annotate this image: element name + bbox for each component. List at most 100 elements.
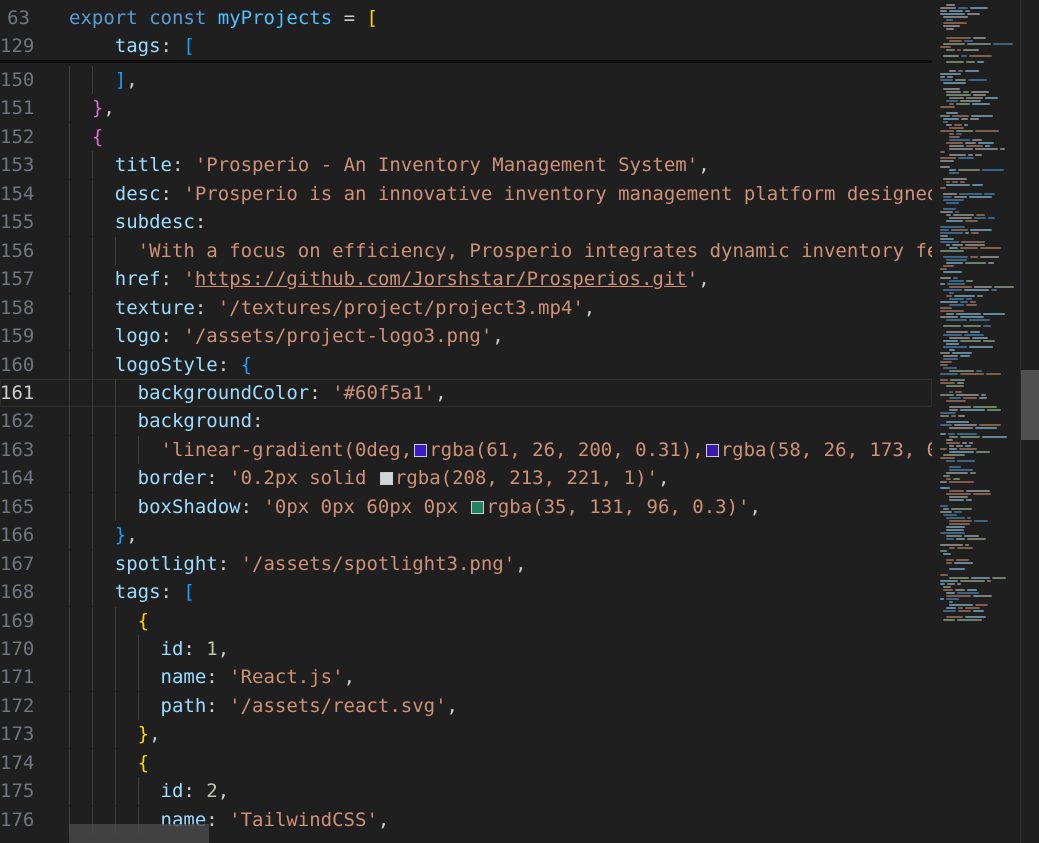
code-line[interactable]: 129 tags: [ [0,32,932,60]
minimap-line [963,325,981,327]
code-line[interactable]: 159 logo: '/assets/project-logo3.png', [0,322,932,351]
code-text[interactable]: tags: [ [69,32,195,60]
code-text[interactable]: subdesc: [69,208,207,236]
code-line[interactable]: 161 backgroundColor: '#60f5a1', [0,378,932,407]
code-text[interactable]: 'linear-gradient(0deg, rgba(61, 26, 200, … [69,436,932,464]
code-line[interactable]: 164 border: '0.2px solid rgba(208, 213, … [0,464,932,493]
code-line[interactable]: 158 texture: '/textures/project/project3… [0,293,932,322]
code-line[interactable]: 171 name: 'React.js', [0,663,932,692]
minimap-line [940,226,965,228]
minimap-line [940,232,963,234]
vertical-scrollbar-thumb[interactable] [1021,370,1039,440]
sticky-scroll-header[interactable]: 63 export const myProjects = [129 tags: [ [0,0,932,60]
code-line[interactable]: 163 'linear-gradient(0deg, rgba(61, 26, 2… [0,435,932,464]
code-text[interactable]: href: 'https://github.com/Jorshstar/Pros… [69,265,710,293]
code-text[interactable]: logoStyle: { [69,351,252,379]
minimap-line [946,331,968,333]
minimap-line [949,445,954,447]
code-line[interactable]: 166 }, [0,521,932,550]
minimap-line [940,583,945,585]
color-swatch[interactable] [471,500,485,514]
code-line[interactable]: 169 { [0,606,932,635]
code-line[interactable]: 170 id: 1, [0,635,932,663]
code-text[interactable]: id: 1, [69,635,230,663]
minimap-line [965,262,986,264]
minimap-line [955,391,962,393]
code-line[interactable]: 175 id: 2, [0,777,932,806]
minimap-line [943,178,967,180]
code-line[interactable]: 152 { [0,122,932,151]
code-line[interactable]: 154 desc: 'Prosperio is an innovative in… [0,179,932,208]
property-token: id [160,638,184,660]
code-text[interactable]: 'With a focus on efficiency, Prosperio i… [69,237,932,265]
line-number: 173 [0,723,35,746]
code-text[interactable]: id: 2, [69,777,230,805]
code-line[interactable]: 156 'With a focus on efficiency, Prosper… [0,236,932,265]
code-token: : [160,182,184,205]
minimap-line [975,154,982,156]
code-line[interactable]: 165 boxShadow: '0px 0px 60px 0px rgba(35… [0,492,932,521]
code-line[interactable]: 157 href: 'https://github.com/Jorshstar/… [0,265,932,294]
code-line[interactable]: 162 background: [0,407,932,436]
minimap-line [940,382,955,384]
code-line[interactable]: 150 ], [0,66,932,94]
code-text[interactable]: texture: '/textures/project/project3.mp4… [69,294,595,322]
color-swatch[interactable] [379,472,393,486]
code-line[interactable]: 63 export const myProjects = [ [0,4,932,32]
minimap-line [958,157,974,159]
code-editor[interactable]: 150 ], 151 }, 152 {153 title: 'Prosperio -… [0,0,932,843]
code-text[interactable]: background: [69,407,264,435]
minimap-line [973,595,992,597]
code-line[interactable]: 172 path: '/assets/react.svg', [0,691,932,720]
minimap-line [953,214,974,216]
code-text[interactable]: ], [69,66,138,94]
minimap-line [943,25,960,27]
horizontal-scrollbar[interactable] [69,824,209,843]
code-text[interactable]: }, [69,94,115,122]
code-line[interactable]: 153 title: 'Prosperio - An Inventory Man… [0,151,932,180]
code-text[interactable]: boxShadow: '0px 0px 60px 0px rgba(35, 13… [69,493,761,521]
code-text[interactable]: logo: '/assets/project-logo3.png', [69,322,504,350]
code-text[interactable]: border: '0.2px solid rgba(208, 213, 221,… [69,464,670,492]
minimap-line [943,610,956,612]
minimap-line [940,580,958,582]
code-text[interactable]: { [69,123,103,151]
code-line[interactable]: 173 }, [0,720,932,749]
minimap-line [954,295,975,297]
code-text[interactable]: { [69,607,149,635]
color-swatch[interactable] [414,443,428,457]
url-link[interactable]: https://github.com/Jorshstar/Prosperios.… [195,268,687,290]
code-line[interactable]: 168 tags: [ [0,578,932,607]
minimap-line [954,124,962,126]
minimap[interactable] [932,0,1021,843]
code-text[interactable]: { [69,749,149,777]
code-text[interactable]: backgroundColor: '#60f5a1', [69,379,447,407]
color-swatch[interactable] [705,443,719,457]
code-line[interactable]: 167 spotlight: '/assets/spotlight3.png', [0,549,932,578]
minimap-line [966,499,972,501]
minimap-line [949,349,955,351]
code-text[interactable]: title: 'Prosperio - An Inventory Managem… [69,151,710,179]
code-text[interactable]: tags: [ [69,578,195,606]
code-text[interactable]: desc: 'Prosperio is an innovative invent… [69,180,932,208]
code-text[interactable]: export const myProjects = [ [69,4,378,32]
code-line[interactable]: 151 }, [0,94,932,123]
minimap-line [940,157,956,159]
property-token: background [137,410,253,433]
minimap-line [970,256,978,258]
minimap-line [940,511,952,513]
code-text[interactable]: }, [69,720,161,748]
code-text[interactable]: name: 'React.js', [69,663,356,691]
property-token: path [160,694,207,717]
code-line[interactable]: 160 logoStyle: { [0,350,932,379]
code-text[interactable]: spotlight: '/assets/spotlight3.png', [69,550,527,578]
minimap-line [940,598,944,600]
code-text[interactable]: }, [69,521,138,549]
code-line[interactable]: 174 { [0,748,932,777]
code-text[interactable]: path: '/assets/react.svg', [69,692,458,720]
property-token: id [160,780,184,803]
string-token: '#60f5a1' [332,381,436,404]
code-line[interactable]: 155 subdesc: [0,208,932,237]
